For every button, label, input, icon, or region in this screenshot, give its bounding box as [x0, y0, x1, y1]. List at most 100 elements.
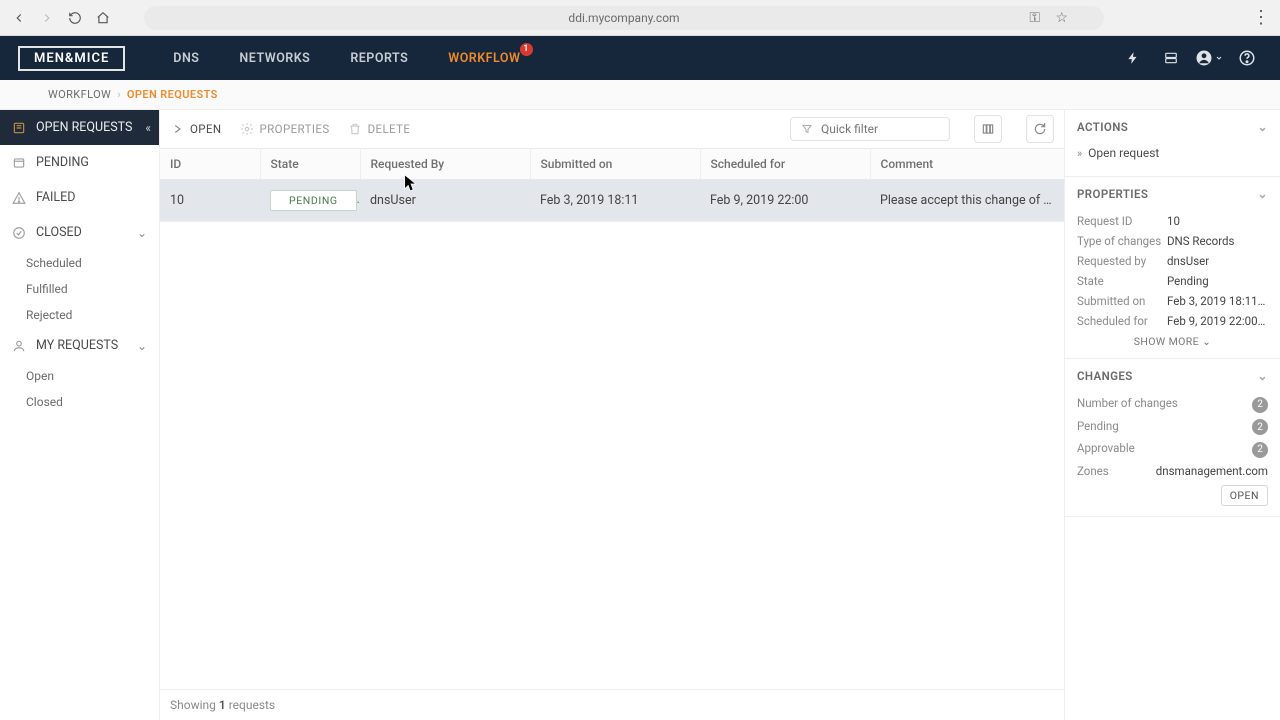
- columns-button[interactable]: [974, 115, 1002, 143]
- open-action-icon: [170, 122, 184, 136]
- arrow-left-icon: [12, 11, 26, 25]
- chevron-down-icon: ⌄: [1258, 369, 1268, 383]
- open-button[interactable]: OPEN: [170, 122, 222, 136]
- sidebar-sub-scheduled[interactable]: Scheduled: [0, 250, 159, 276]
- col-submitted-on[interactable]: Submitted on: [530, 149, 700, 180]
- requests-table: ID State Requested By Submitted on Sched…: [160, 148, 1064, 222]
- details-panel: ACTIONS ⌄ » Open request PROPERTIES ⌄ Re…: [1064, 110, 1280, 720]
- table-footer: Showing 1 requests: [160, 689, 1064, 720]
- cell-comment: Please accept this change of t…: [870, 180, 1064, 222]
- browser-back[interactable]: [8, 7, 30, 29]
- chevron-down-icon: ⌄: [1258, 120, 1268, 134]
- columns-icon: [981, 122, 995, 136]
- url-text: ddi.mycompany.com: [568, 11, 679, 25]
- changes-section: CHANGES ⌄ Number of changes2 Pending2 Ap…: [1065, 359, 1280, 517]
- refresh-button[interactable]: [1026, 115, 1054, 143]
- chevron-down-icon: ⌄: [137, 339, 147, 353]
- open-changes-button[interactable]: OPEN: [1221, 485, 1268, 506]
- server-icon[interactable]: [1156, 43, 1186, 73]
- quick-filter[interactable]: [790, 117, 950, 141]
- collapse-icon[interactable]: «: [145, 121, 151, 135]
- sidebar-item-failed[interactable]: FAILED: [0, 180, 159, 215]
- cell-state: PENDING: [260, 180, 360, 222]
- crumb-sep: ›: [117, 88, 121, 101]
- table-row[interactable]: 10 PENDING dnsUser Feb 3, 2019 18:11 Feb…: [160, 180, 1064, 222]
- bolt-icon[interactable]: [1118, 43, 1148, 73]
- sidebar-item-label: FAILED: [36, 190, 75, 205]
- workflow-count-badge: 1: [520, 43, 533, 56]
- crumb-root[interactable]: WORKFLOW: [48, 88, 111, 101]
- sidebar-sub-open[interactable]: Open: [0, 363, 159, 389]
- browser-forward[interactable]: [36, 7, 58, 29]
- filter-icon: [801, 123, 813, 135]
- sidebar-item-label: CLOSED: [36, 225, 82, 240]
- cell-submitted-on: Feb 3, 2019 18:11: [530, 180, 700, 222]
- quick-filter-input[interactable]: [821, 122, 939, 136]
- sidebar-item-pending[interactable]: PENDING: [0, 145, 159, 180]
- cell-id: 10: [160, 180, 260, 222]
- browser-reload[interactable]: [64, 7, 86, 29]
- sidebar-item-label: PENDING: [36, 155, 89, 170]
- count-badge: 2: [1252, 397, 1268, 413]
- closed-icon: [12, 226, 26, 240]
- col-state[interactable]: State: [260, 149, 360, 180]
- gear-icon: [240, 122, 254, 136]
- delete-button[interactable]: DELETE: [348, 122, 411, 136]
- refresh-icon: [1033, 122, 1047, 136]
- sidebar-item-open-requests[interactable]: OPEN REQUESTS «: [0, 110, 159, 145]
- browser-home[interactable]: [92, 7, 114, 29]
- help-icon[interactable]: [1232, 43, 1262, 73]
- col-comment[interactable]: Comment: [870, 149, 1064, 180]
- col-scheduled-for[interactable]: Scheduled for: [700, 149, 870, 180]
- reload-icon: [68, 11, 82, 25]
- cell-requested-by: dnsUser: [360, 180, 530, 222]
- sidebar-item-my-requests[interactable]: MY REQUESTS ⌄: [0, 328, 159, 363]
- chevron-down-icon: ⌄: [137, 226, 147, 240]
- breadcrumb: WORKFLOW › OPEN REQUESTS: [0, 80, 1280, 110]
- sidebar-sub-closed[interactable]: Closed: [0, 389, 159, 415]
- actions-section: ACTIONS ⌄ » Open request: [1065, 110, 1280, 177]
- sidebar-item-label: MY REQUESTS: [36, 338, 118, 353]
- arrow-right-icon: [40, 11, 54, 25]
- key-icon: ⚿: [1029, 10, 1040, 26]
- chevron-right-icon: »: [1077, 147, 1082, 160]
- properties-header[interactable]: PROPERTIES ⌄: [1065, 177, 1280, 211]
- state-badge: PENDING: [270, 190, 357, 211]
- changes-header[interactable]: CHANGES ⌄: [1065, 359, 1280, 393]
- browser-chrome: ddi.mycompany.com ⚿ ☆ ⋮: [0, 0, 1280, 36]
- pending-icon: [12, 156, 26, 170]
- chevron-down-icon: ⌄: [1202, 335, 1211, 348]
- toolbar: OPEN PROPERTIES DELETE: [160, 110, 1064, 148]
- nav-tab-workflow[interactable]: WORKFLOW 1: [448, 51, 520, 66]
- properties-section: PROPERTIES ⌄ Request ID10 Type of change…: [1065, 177, 1280, 359]
- my-requests-icon: [12, 339, 26, 353]
- home-icon: [96, 11, 110, 25]
- nav-tab-networks[interactable]: NETWORKS: [239, 51, 310, 66]
- crumb-current: OPEN REQUESTS: [127, 88, 218, 101]
- address-bar[interactable]: ddi.mycompany.com ⚿ ☆: [144, 6, 1104, 30]
- sidebar-item-closed[interactable]: CLOSED ⌄: [0, 215, 159, 250]
- app-topnav: MEN&MICE DNS NETWORKS REPORTS WORKFLOW 1: [0, 36, 1280, 80]
- col-requested-by[interactable]: Requested By: [360, 149, 530, 180]
- sidebar-item-label: OPEN REQUESTS: [36, 120, 132, 135]
- properties-button[interactable]: PROPERTIES: [240, 122, 330, 136]
- sidebar-sub-rejected[interactable]: Rejected: [0, 302, 159, 328]
- actions-header[interactable]: ACTIONS ⌄: [1065, 110, 1280, 144]
- nav-tab-dns[interactable]: DNS: [173, 51, 199, 66]
- nav-tab-reports[interactable]: REPORTS: [350, 51, 408, 66]
- count-badge: 2: [1252, 442, 1268, 458]
- show-more-button[interactable]: SHOW MORE ⌄: [1077, 331, 1268, 348]
- count-badge: 2: [1252, 419, 1268, 435]
- failed-icon: [12, 191, 26, 205]
- browser-menu[interactable]: ⋮: [1250, 7, 1272, 28]
- open-request-action[interactable]: » Open request: [1077, 144, 1268, 166]
- col-id[interactable]: ID: [160, 149, 260, 180]
- user-menu[interactable]: [1194, 43, 1224, 73]
- content-area: OPEN PROPERTIES DELETE: [160, 110, 1064, 720]
- sidebar: OPEN REQUESTS « PENDING FAILED CLOSED ⌄ …: [0, 110, 160, 720]
- open-requests-icon: [12, 121, 26, 135]
- sidebar-sub-fulfilled[interactable]: Fulfilled: [0, 276, 159, 302]
- chevron-down-icon: ⌄: [1258, 187, 1268, 201]
- brand-logo[interactable]: MEN&MICE: [18, 46, 125, 71]
- star-icon[interactable]: ☆: [1055, 10, 1068, 26]
